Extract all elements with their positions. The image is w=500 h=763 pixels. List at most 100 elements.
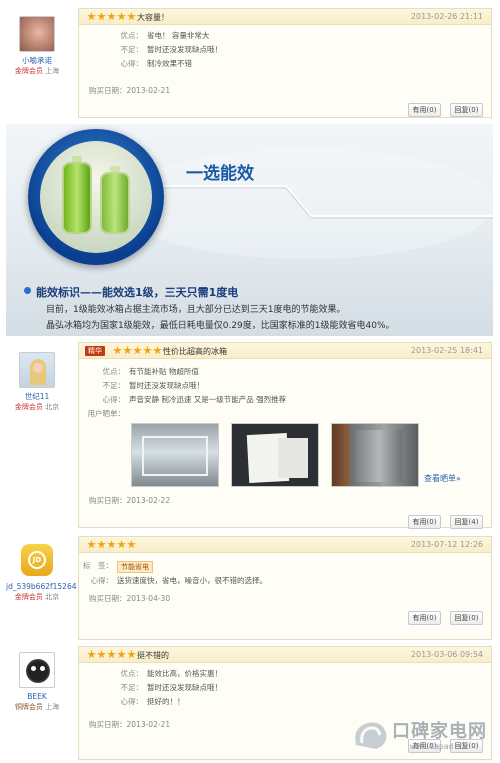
featured-badge: 精华 [85,346,105,356]
watermark-url: www.eapad.cn [410,742,468,751]
banner-headline: 能效标识——能效选1级，三天只需1度电 [36,286,239,299]
avatar[interactable] [19,352,55,388]
cons-text: 暂时还没发现缺点哦！ [147,45,222,54]
reviewer: 世纪11 金牌会员 北京 [6,352,68,412]
review-header: 大容量！ 2013-02-26 21:11 [79,9,491,25]
energy-efficiency-banner: 一选能效 能效标识——能效选1级，三天只需1度电 目前，1级能效冰箱占据主流市场… [6,124,493,336]
location: 北京 [45,403,60,411]
user-photos-label: 用户晒单： [87,409,126,418]
review-tag: 节能省电 [117,561,153,573]
line-key: 优点： [120,669,144,678]
reviewer-name[interactable]: 小喻承诺 [6,55,68,66]
star-icon [133,346,142,355]
useful-button[interactable]: 有用(0) [408,611,441,625]
star-icon [87,540,96,549]
line-key: 心得： [102,395,126,404]
line-key: 心得： [90,576,114,585]
experience-text: 声音安静 制冷迅速 又是一级节能产品 强烈推荐 [129,395,287,404]
review-title: 大容量！ [137,13,169,22]
useful-button[interactable]: 有用(0) [408,515,441,529]
photo-thumbnail[interactable] [231,423,319,487]
pros-text: 有节能补贴 物超所值 [129,367,199,376]
star-icon [127,650,136,659]
star-icon [113,346,122,355]
reply-button[interactable]: 回复(4) [450,515,483,529]
line-key: 优点： [120,31,144,40]
star-icon [123,346,132,355]
pros-text: 省电！ 容量非常大 [147,31,210,40]
star-icon [117,12,126,21]
banner-body-2: 晶弘冰箱均为国家1级能效，最低日耗电量仅0.29度，比国家标准的1级能效省电40… [46,321,395,331]
review-header: 精华 性价比超高的冰箱 2013-02-25 18:41 [79,343,491,359]
star-icon [97,12,106,21]
avatar[interactable] [19,16,55,52]
star-icon [117,650,126,659]
star-icon [107,540,116,549]
banner-body-1: 目前，1级能效冰箱占据主流市场，且大部分已达到三天1度电的节能效果。 [46,305,346,315]
reviewer-name[interactable]: BEEK [6,691,68,702]
battery-icon [62,156,92,234]
star-icon [97,650,106,659]
reply-button[interactable]: 回复(0) [450,103,483,117]
reply-button[interactable]: 回复(0) [450,611,483,625]
bullet-icon [24,287,31,294]
star-rating [87,540,136,550]
useful-button[interactable]: 有用(0) [408,103,441,117]
reviewer: BEEK 铜牌会员 上海 [6,652,68,712]
reviewer: 小喻承诺 金牌会员 上海 [6,16,68,76]
reviewer-name[interactable]: jd_539b662f15264 [6,581,77,592]
review-card: 2013-07-12 12:26 标 签： 节能省电 心得： 送货速度快，省电，噪音… [78,536,492,640]
avatar[interactable]: JD [19,542,55,578]
battery-icon [100,166,130,234]
line-key: 不足： [102,381,126,390]
line-key: 心得： [120,697,144,706]
reviewer-name[interactable]: 世纪11 [6,391,68,402]
location: 上海 [45,703,60,711]
review-card: 大容量！ 2013-02-26 21:11 优点： 省电！ 容量非常大 不足： 暂时… [78,8,492,118]
star-icon [87,12,96,21]
photo-thumbnail[interactable] [131,423,219,487]
star-rating [113,346,162,356]
star-rating [87,650,136,660]
line-key: 优点： [102,367,126,376]
review-header: 挺不错的 2013-03-06 09:54 [79,647,491,663]
member-level: 金牌会员 [14,593,43,601]
banner-title: 一选能效 [186,164,254,184]
review-3: JD jd_539b662f15264 金牌会员 北京 2013-07-12 1… [6,534,494,644]
view-more-photos-link[interactable]: 查看晒单» [424,473,461,484]
member-level: 金牌会员 [14,67,43,75]
star-icon [97,540,106,549]
star-icon [107,650,116,659]
star-icon [127,540,136,549]
review-1: 小喻承诺 金牌会员 上海 大容量！ 2013-02-26 21:11 优点： 省电… [6,4,494,122]
review-body: 优点： 省电！ 容量非常大 不足： 暂时还没发现缺点哦！ 心得： 制冷效果不错 [109,29,485,71]
watermark-text: 口碑家电网 [392,721,487,742]
user-photos [131,423,419,487]
purchase-date: 购买日期：2013-02-22 [89,496,171,505]
experience-text: 挺好的！！ [147,697,185,706]
review-date: 2013-03-06 09:54 [410,650,483,659]
avatar[interactable] [19,652,55,688]
review-2: 世纪11 金牌会员 北京 精华 性价比超高的冰箱 2013-02-25 18:4… [6,338,494,532]
review-body: 优点： 有节能补贴 物超所值 不足： 暂时还没发现缺点哦！ 心得： 声音安静 制冷迅速… [85,365,485,421]
review-date: 2013-02-25 18:41 [410,346,483,355]
site-watermark: 口碑家电网 www.eapad.cn [346,715,496,755]
review-header: 2013-07-12 12:26 [79,537,491,553]
star-icon [127,12,136,21]
experience-text: 送货速度快，省电，噪音小，很不错的选择。 [117,576,267,585]
reviewer: JD jd_539b662f15264 金牌会员 北京 [6,542,77,602]
location: 上海 [45,67,60,75]
jd-logo: JD [28,551,46,569]
photo-thumbnail[interactable] [331,423,419,487]
tag-label: 标 签： [83,561,113,570]
star-icon [87,650,96,659]
review-date: 2013-07-12 12:26 [410,540,483,549]
purchase-date: 购买日期：2013-02-21 [89,720,171,729]
review-date: 2013-02-26 21:11 [410,12,483,21]
review-body: 优点： 能效比高，价格实惠！ 不足： 暂时还没发现缺点哦！ 心得： 挺好的！！ [109,667,485,709]
purchase-date: 购买日期：2013-02-21 [89,86,171,95]
star-rating [87,12,136,22]
star-icon [117,540,126,549]
cons-text: 暂时还没发现缺点哦！ [147,683,222,692]
line-key: 心得： [120,59,144,68]
